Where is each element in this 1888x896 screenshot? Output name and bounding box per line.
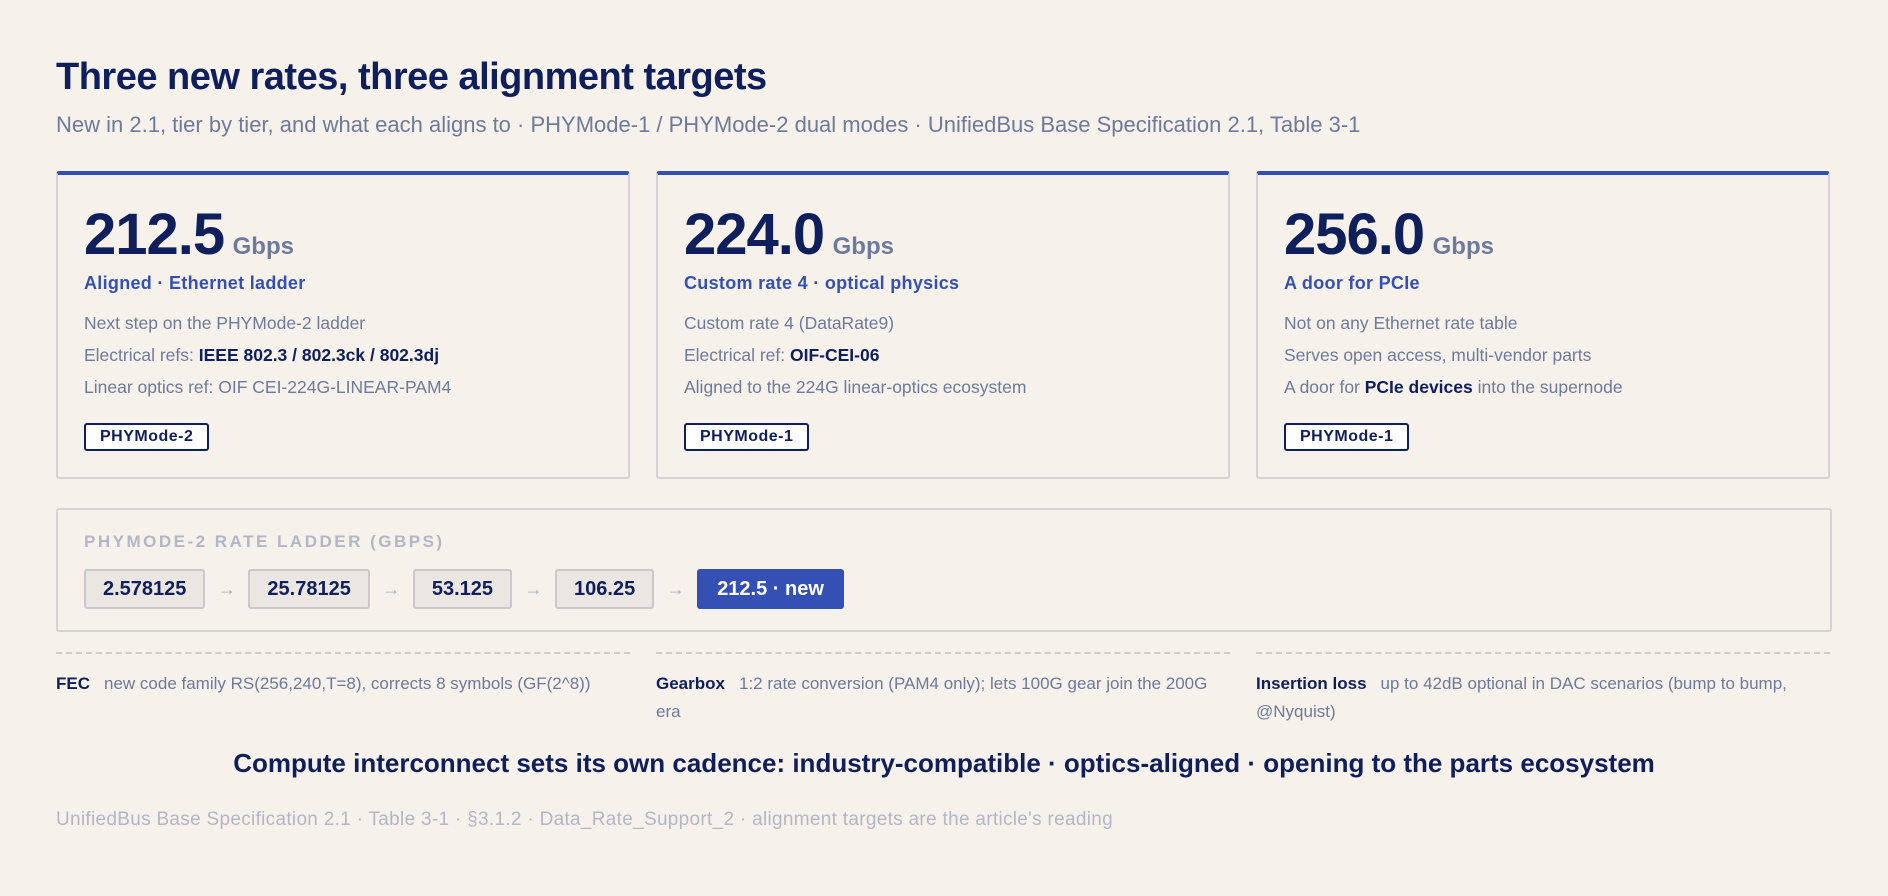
card-details: Next step on the PHYMode-2 ladder Electr… xyxy=(84,312,451,408)
arrow-right-icon: → xyxy=(217,578,236,599)
card-line-prefix: Electrical ref: xyxy=(684,345,790,365)
card-line-emphasis: IEEE 802.3 / 802.3ck / 802.3dj xyxy=(198,345,440,365)
ladder-step-new: 212.5 · new xyxy=(697,569,844,609)
note-text: 1:2 rate conversion (PAM4 only); lets 10… xyxy=(656,674,1208,721)
ladder-step: 106.25 xyxy=(555,569,655,609)
card-details: Not on any Ethernet rate table Serves op… xyxy=(1284,312,1623,408)
note-label: Gearbox xyxy=(656,674,725,693)
card-line-emphasis: OIF-CEI-06 xyxy=(790,345,880,365)
source-footer: UnifiedBus Base Specification 2.1 · Tabl… xyxy=(56,809,1113,830)
note-gearbox: Gearbox 1:2 rate conversion (PAM4 only); … xyxy=(656,652,1230,726)
phymode-badge: PHYMode-1 xyxy=(1284,423,1410,451)
card-line: Custom rate 4 (DataRate9) xyxy=(684,313,895,333)
rate-unit: Gbps xyxy=(1432,233,1494,260)
note-label: FEC xyxy=(56,674,90,693)
page-subtitle: New in 2.1, tier by tier, and what each … xyxy=(56,112,1361,137)
card-line: A door for PCIe devices into the superno… xyxy=(1284,376,1623,408)
rate-ladder: PHYMODE-2 RATE LADDER (GBPS) 2.578125 → … xyxy=(56,508,1832,632)
rate-unit: Gbps xyxy=(232,233,294,260)
ladder-step: 53.125 xyxy=(412,569,513,609)
ladder-step: 25.78125 xyxy=(248,569,370,609)
rate-unit: Gbps xyxy=(832,233,894,260)
rate-card-224: 224.0 Gbps Custom rate 4 · optical physi… xyxy=(656,171,1230,479)
page-title: Three new rates, three alignment targets xyxy=(56,56,767,98)
rate-card-212: 212.5 Gbps Aligned · Ethernet ladder Nex… xyxy=(56,171,630,479)
rate-value: 224.0 xyxy=(684,202,825,267)
notes: FEC new code family RS(256,240,T=8), corr… xyxy=(56,652,1832,732)
rate-row: 212.5 Gbps xyxy=(84,201,294,268)
phymode-badge: PHYMode-2 xyxy=(84,423,210,451)
card-line-suffix: into the supernode xyxy=(1472,377,1623,397)
rate-row: 256.0 Gbps xyxy=(1284,201,1494,268)
note-fec: FEC new code family RS(256,240,T=8), corr… xyxy=(56,652,630,698)
arrow-right-icon: → xyxy=(382,578,401,599)
rate-card-256: 256.0 Gbps A door for PCIe Not on any Et… xyxy=(1256,171,1830,479)
card-line: Aligned to the 224G linear-optics ecosys… xyxy=(684,377,1027,397)
card-line: Electrical ref: OIF-CEI-06 xyxy=(684,344,1026,376)
card-line: Linear optics ref: OIF CEI-224G-LINEAR-P… xyxy=(84,377,452,397)
rate-row: 224.0 Gbps xyxy=(684,201,894,268)
rate-value: 212.5 xyxy=(84,202,225,267)
note-label: Insertion loss xyxy=(1256,674,1367,693)
card-line-prefix: Electrical refs: xyxy=(84,345,199,365)
arrow-right-icon: → xyxy=(666,578,685,599)
card-line-emphasis: PCIe devices xyxy=(1364,377,1473,397)
arrow-right-icon: → xyxy=(524,578,543,599)
card-line-prefix: A door for xyxy=(1284,377,1365,397)
card-line: Electrical refs: IEEE 802.3 / 802.3ck / … xyxy=(84,344,451,376)
note-insertion-loss: Insertion loss up to 42dB optional in DAC… xyxy=(1256,652,1830,726)
ladder-steps: 2.578125 → 25.78125 → 53.125 → 106.25 → … xyxy=(84,569,844,609)
ladder-title: PHYMODE-2 RATE LADDER (GBPS) xyxy=(84,532,445,551)
phymode-badge: PHYMode-1 xyxy=(684,423,810,451)
card-tag: A door for PCIe xyxy=(1284,273,1420,293)
ladder-step: 2.578125 xyxy=(84,569,206,609)
card-line: Serves open access, multi-vendor parts xyxy=(1284,345,1592,365)
card-details: Custom rate 4 (DataRate9) Electrical ref… xyxy=(684,312,1026,408)
card-line: Not on any Ethernet rate table xyxy=(1284,313,1518,333)
card-tag: Aligned · Ethernet ladder xyxy=(84,273,306,293)
card-tag: Custom rate 4 · optical physics xyxy=(684,273,960,293)
tagline: Compute interconnect sets its own cadenc… xyxy=(233,748,1655,778)
card-line: Next step on the PHYMode-2 ladder xyxy=(84,313,366,333)
note-text: new code family RS(256,240,T=8), correct… xyxy=(104,674,591,693)
rate-value: 256.0 xyxy=(1284,202,1425,267)
rate-cards: 212.5 Gbps Aligned · Ethernet ladder Nex… xyxy=(56,171,1832,479)
